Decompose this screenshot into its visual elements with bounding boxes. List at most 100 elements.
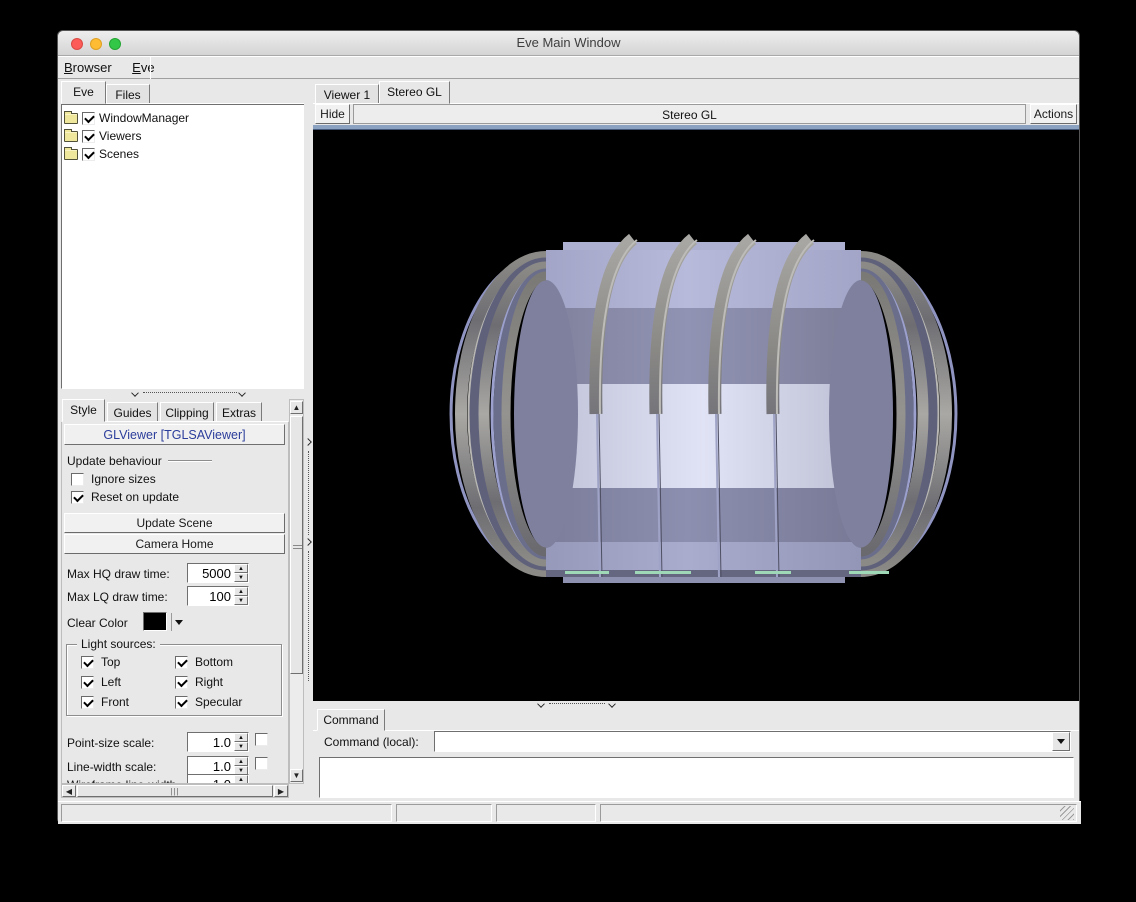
hide-button[interactable]: Hide	[315, 104, 350, 124]
collapse-down-icon[interactable]	[238, 389, 246, 397]
gl-viewport[interactable]	[313, 130, 1079, 701]
combo-dropdown-button[interactable]	[1052, 732, 1070, 751]
light-specular-checkbox[interactable]	[175, 696, 188, 709]
light-top[interactable]: Top	[81, 655, 120, 669]
light-sources-group: Light sources: Top Bottom Left Right Fro…	[66, 644, 282, 716]
spin-up-icon[interactable]: ▲	[234, 587, 248, 596]
spin-up-icon[interactable]: ▲	[234, 733, 248, 742]
scroll-left-icon[interactable]: ◀	[62, 785, 76, 797]
tab-extras[interactable]: Extras	[216, 402, 262, 422]
ignore-sizes-row[interactable]: Ignore sizes	[71, 472, 156, 486]
titlebar[interactable]: Eve Main Window	[58, 31, 1079, 56]
tree-checkbox[interactable]	[82, 130, 95, 143]
max-hq-spinner[interactable]: 5000 ▲▼	[187, 563, 249, 583]
style-hscrollbar[interactable]: ◀ ||| ▶	[61, 784, 289, 798]
line-width-checkbox[interactable]	[255, 757, 268, 770]
detector-endcap-left	[451, 255, 578, 573]
collapse-up-icon[interactable]	[131, 389, 139, 397]
light-specular[interactable]: Specular	[175, 695, 242, 709]
spin-up-icon[interactable]: ▲	[234, 564, 248, 573]
style-vscrollbar[interactable]: ▲ ▼	[289, 399, 304, 784]
color-swatch[interactable]	[143, 612, 167, 631]
scroll-down-icon[interactable]: ▼	[290, 769, 303, 782]
point-size-spinner[interactable]: 1.0 ▲▼	[187, 732, 249, 752]
spin-down-icon[interactable]: ▼	[234, 742, 248, 751]
tree-row-scenes[interactable]: Scenes	[64, 145, 302, 163]
collapse-down-icon[interactable]	[608, 700, 616, 708]
splitter-dots	[143, 392, 237, 393]
eve-main-window: Eve Main Window Browser Eve Eve Files Wi…	[57, 30, 1080, 823]
collapse-left-icon[interactable]	[304, 438, 312, 446]
light-left-checkbox[interactable]	[81, 676, 94, 689]
clear-color-picker[interactable]	[143, 612, 183, 631]
tree-style-splitter[interactable]	[61, 389, 305, 399]
command-combobox[interactable]	[434, 731, 1071, 752]
point-size-checkbox[interactable]	[255, 733, 268, 746]
reset-on-update-row[interactable]: Reset on update	[71, 490, 179, 504]
resize-grip[interactable]	[1060, 806, 1074, 820]
eve-tree: WindowManager Viewers Scenes	[61, 104, 305, 389]
tree-checkbox[interactable]	[82, 148, 95, 161]
max-lq-spinner[interactable]: 100 ▲▼	[187, 586, 249, 606]
tree-item-label[interactable]: WindowManager	[99, 111, 189, 125]
ignore-sizes-checkbox[interactable]	[71, 473, 84, 486]
light-top-checkbox[interactable]	[81, 656, 94, 669]
vscroll-thumb[interactable]	[290, 416, 303, 674]
spin-down-icon[interactable]: ▼	[234, 573, 248, 582]
viewer-toolbar: Hide Stereo GL Actions	[313, 104, 1079, 125]
line-width-spinner[interactable]: 1.0 ▲▼	[187, 756, 249, 776]
main-vsplitter[interactable]	[304, 81, 313, 798]
spin-down-icon[interactable]: ▼	[234, 596, 248, 605]
menu-browser[interactable]: Browser	[58, 57, 122, 75]
tab-guides[interactable]: Guides	[107, 402, 158, 422]
tab-eve[interactable]: Eve	[61, 81, 106, 104]
light-left[interactable]: Left	[81, 675, 121, 689]
light-front-checkbox[interactable]	[81, 696, 94, 709]
scroll-right-icon[interactable]: ▶	[274, 785, 288, 797]
command-input[interactable]	[435, 732, 1052, 751]
status-cell	[496, 804, 596, 822]
color-dropdown-icon[interactable]	[175, 620, 183, 625]
light-bottom[interactable]: Bottom	[175, 655, 233, 669]
light-right[interactable]: Right	[175, 675, 223, 689]
spin-up-icon[interactable]: ▲	[234, 775, 248, 784]
splitter-dots	[308, 551, 309, 681]
update-scene-button[interactable]: Update Scene	[64, 513, 285, 533]
light-right-checkbox[interactable]	[175, 676, 188, 689]
menubar: Browser Eve	[58, 56, 1079, 79]
hscroll-thumb[interactable]: |||	[77, 785, 273, 797]
glviewer-title-button[interactable]: GLViewer [TGLSAViewer]	[64, 424, 285, 445]
viewer-title-bar[interactable]: Stereo GL	[353, 104, 1026, 124]
camera-home-button[interactable]: Camera Home	[64, 534, 285, 554]
actions-button[interactable]: Actions	[1030, 104, 1077, 124]
collapse-up-icon[interactable]	[537, 700, 545, 708]
tab-stereo-gl[interactable]: Stereo GL	[379, 81, 450, 104]
light-front[interactable]: Front	[81, 695, 129, 709]
menu-separator	[150, 57, 151, 79]
tab-style[interactable]: Style	[62, 399, 105, 422]
viewer-command-splitter[interactable]	[313, 701, 1079, 709]
tab-clipping[interactable]: Clipping	[160, 402, 214, 422]
max-hq-value[interactable]: 5000	[188, 564, 234, 582]
tree-item-label[interactable]: Viewers	[99, 129, 141, 143]
tab-viewer-1[interactable]: Viewer 1	[315, 84, 379, 104]
clear-color-label: Clear Color	[67, 616, 128, 630]
menu-eve[interactable]: Eve	[126, 57, 164, 75]
tree-row-windowmanager[interactable]: WindowManager	[64, 109, 302, 127]
scroll-up-icon[interactable]: ▲	[290, 401, 303, 414]
point-size-label: Point-size scale:	[67, 736, 154, 750]
wireframe-spinner[interactable]: 1.0 ▲▼	[187, 774, 249, 784]
tab-command[interactable]: Command	[317, 709, 385, 731]
tree-row-viewers[interactable]: Viewers	[64, 127, 302, 145]
tree-checkbox[interactable]	[82, 112, 95, 125]
update-behaviour-label: Update behaviour	[67, 454, 162, 468]
reset-on-update-checkbox[interactable]	[71, 491, 84, 504]
gl-scene-model[interactable]	[313, 130, 1079, 701]
spin-up-icon[interactable]: ▲	[234, 757, 248, 766]
tree-item-label[interactable]: Scenes	[99, 147, 139, 161]
light-bottom-checkbox[interactable]	[175, 656, 188, 669]
tab-files[interactable]: Files	[106, 84, 150, 104]
max-lq-value[interactable]: 100	[188, 587, 234, 605]
collapse-right-icon[interactable]	[304, 538, 312, 546]
command-output[interactable]	[319, 757, 1074, 798]
